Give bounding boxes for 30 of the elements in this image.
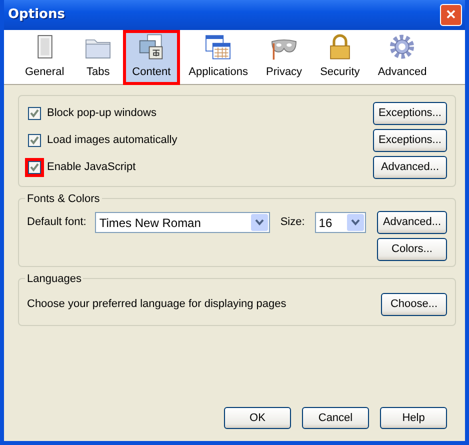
exceptions-button[interactable]: Exceptions... xyxy=(373,102,447,125)
window-title: Options xyxy=(8,6,65,24)
field-label: Size: xyxy=(280,215,305,230)
toolbar-tab[interactable]: Security xyxy=(311,30,369,85)
dialog-button[interactable]: Help xyxy=(380,407,447,429)
close-button[interactable]: ✕ xyxy=(440,4,462,26)
checkbox[interactable] xyxy=(28,107,41,120)
toolbar-tab[interactable]: Content xyxy=(123,30,180,85)
toolbar-tab[interactable]: Applications xyxy=(180,30,257,85)
font-dropdown[interactable]: Times New Roman xyxy=(95,212,270,233)
choose-button[interactable]: Choose... xyxy=(381,293,447,316)
checkbox[interactable] xyxy=(28,134,41,147)
exceptions-button[interactable]: Exceptions... xyxy=(373,129,447,152)
dialog-button[interactable]: Cancel xyxy=(302,407,369,429)
dialog-button[interactable]: OK xyxy=(224,407,291,429)
colors-button[interactable]: Colors... xyxy=(377,238,447,261)
size-dropdown[interactable]: 16 xyxy=(314,212,366,233)
toolbar-tab[interactable]: Privacy xyxy=(257,30,312,85)
checkbox-label: Enable JavaScript xyxy=(47,160,136,176)
checkbox[interactable] xyxy=(28,161,41,174)
field-label: Default font: xyxy=(27,215,86,230)
checkbox-label: Load images automatically xyxy=(47,133,178,148)
toolbar-tab[interactable]: Tabs xyxy=(73,30,124,85)
languages-description: Choose your preferred language for displaying pages xyxy=(27,297,286,312)
group-title: Languages xyxy=(25,271,84,288)
checkbox-label: Block pop-up windows xyxy=(47,106,156,122)
exceptions-button[interactable]: Advanced... xyxy=(373,156,447,179)
advanced-button[interactable]: Advanced... xyxy=(377,211,447,234)
toolbar-tab[interactable]: Advanced xyxy=(368,30,436,85)
toolbar-tab[interactable]: General xyxy=(16,30,74,85)
